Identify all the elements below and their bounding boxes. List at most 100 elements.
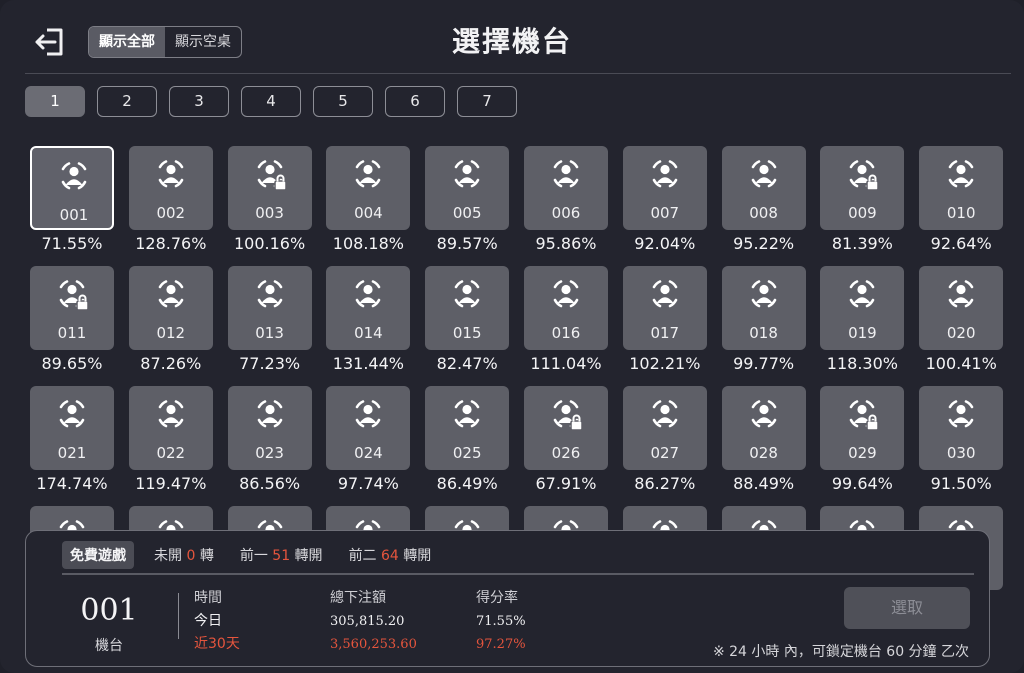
machine-rate: 128.76% (135, 234, 207, 253)
free-game-tab[interactable]: 免費遊戲 (62, 541, 134, 569)
select-button[interactable]: 選取 (844, 587, 970, 629)
page-tab-6[interactable]: 6 (385, 86, 445, 117)
machine-card[interactable]: 013 77.23% (227, 266, 312, 373)
machine-rate: 89.57% (436, 234, 498, 253)
machine-tile[interactable]: 002 (128, 146, 213, 230)
machine-card[interactable]: 026 67.91% (524, 386, 608, 493)
machine-card[interactable]: 002 128.76% (128, 146, 213, 253)
machine-tile[interactable]: 004 (326, 146, 411, 230)
machine-tile[interactable]: 006 (524, 146, 608, 230)
machine-tile[interactable]: 008 (721, 146, 806, 230)
machine-card[interactable]: 028 88.49% (721, 386, 806, 493)
machine-card[interactable]: 009 81.39% (820, 146, 905, 253)
machine-tile[interactable]: 016 (524, 266, 608, 350)
machine-card[interactable]: 005 89.57% (425, 146, 510, 253)
machine-card[interactable]: 018 99.77% (721, 266, 806, 373)
machine-card[interactable]: 012 87.26% (128, 266, 213, 373)
page-tab-3[interactable]: 3 (169, 86, 229, 117)
machine-number: 012 (156, 324, 186, 342)
machine-card[interactable]: 011 89.65% (30, 266, 114, 373)
page-tab-4[interactable]: 4 (241, 86, 301, 117)
machine-card[interactable]: 019 118.30% (820, 266, 905, 373)
machine-card[interactable]: 025 86.49% (425, 386, 510, 493)
machine-tile[interactable]: 021 (30, 386, 114, 470)
page-tab-2[interactable]: 2 (97, 86, 157, 117)
machine-tile[interactable]: 015 (425, 266, 510, 350)
machine-card[interactable]: 016 111.04% (524, 266, 608, 373)
machine-tile[interactable]: 014 (326, 266, 411, 350)
player-icon (257, 280, 282, 308)
locked-player-icon (850, 400, 880, 431)
machine-rate: 67.91% (535, 474, 597, 493)
page-tab-1[interactable]: 1 (25, 86, 85, 117)
machine-card[interactable]: 003 100.16% (227, 146, 312, 253)
page-tab-5[interactable]: 5 (313, 86, 373, 117)
machine-tile[interactable]: 012 (128, 266, 213, 350)
machine-tile[interactable]: 023 (227, 386, 312, 470)
machine-card[interactable]: 007 92.04% (622, 146, 707, 253)
machine-tile[interactable]: 017 (622, 266, 707, 350)
machine-card[interactable]: 004 108.18% (326, 146, 411, 253)
machine-number: 024 (354, 444, 383, 462)
machine-number: 016 (551, 324, 581, 342)
machine-card[interactable]: 027 86.27% (622, 386, 707, 493)
machine-card[interactable]: 029 99.64% (820, 386, 905, 493)
machine-tile[interactable]: 024 (326, 386, 411, 470)
machine-number: 010 (946, 204, 976, 222)
machine-card[interactable]: 030 91.50% (919, 386, 1004, 493)
machine-tile[interactable]: 029 (820, 386, 905, 470)
machine-number: 003 (255, 204, 284, 222)
machine-tile[interactable]: 009 (820, 146, 905, 230)
machine-card[interactable]: 017 102.21% (622, 266, 707, 373)
page-tab-7[interactable]: 7 (457, 86, 517, 117)
machine-card[interactable]: 021 174.74% (30, 386, 114, 493)
player-icon (652, 280, 678, 308)
machine-tile[interactable]: 001 (30, 146, 114, 230)
machine-tile[interactable]: 020 (919, 266, 1004, 350)
player-icon (158, 160, 184, 188)
machine-rate: 89.65% (41, 354, 103, 373)
machine-card[interactable]: 023 86.56% (227, 386, 312, 493)
machine-tile[interactable]: 025 (425, 386, 510, 470)
machine-detail-panel: 免費遊戲 未開 0 轉 前一 51 轉開 前二 64 轉開 001 機台 時間 … (25, 530, 990, 667)
machine-tile[interactable]: 027 (622, 386, 707, 470)
machine-number: 026 (551, 444, 581, 462)
machine-tile[interactable]: 022 (128, 386, 213, 470)
player-icon (158, 280, 184, 308)
machine-tile[interactable]: 019 (820, 266, 905, 350)
header-time: 時間 (194, 590, 222, 606)
machine-number: 027 (650, 444, 680, 462)
machine-card[interactable]: 008 95.22% (721, 146, 806, 253)
machine-rate: 99.77% (733, 354, 795, 373)
machine-number: 018 (749, 324, 778, 342)
machine-tile[interactable]: 013 (227, 266, 312, 350)
machine-rate: 111.04% (530, 354, 602, 373)
machine-tile[interactable]: 026 (524, 386, 608, 470)
machine-label: 機台 (95, 638, 123, 654)
machine-rate: 174.74% (36, 474, 108, 493)
machine-number: 029 (848, 444, 877, 462)
machine-tile[interactable]: 028 (721, 386, 806, 470)
machine-card[interactable]: 006 95.86% (524, 146, 608, 253)
machine-tile[interactable]: 030 (919, 386, 1004, 470)
machine-card[interactable]: 024 97.74% (326, 386, 411, 493)
machine-tile[interactable]: 011 (30, 266, 114, 350)
machine-tile[interactable]: 010 (919, 146, 1004, 230)
machine-number: 014 (354, 324, 383, 342)
machine-rate: 86.49% (436, 474, 498, 493)
stat-not-opened: 未開 0 轉 (154, 548, 214, 564)
machine-card[interactable]: 001 71.55% (30, 146, 114, 253)
machine-card[interactable]: 015 82.47% (425, 266, 510, 373)
machine-tile[interactable]: 005 (425, 146, 510, 230)
machine-tile[interactable]: 003 (227, 146, 312, 230)
player-icon (454, 160, 480, 188)
player-icon (948, 400, 974, 428)
machine-tile[interactable]: 007 (622, 146, 707, 230)
machine-card[interactable]: 022 119.47% (128, 386, 213, 493)
machine-tile[interactable]: 018 (721, 266, 806, 350)
machine-card[interactable]: 010 92.64% (919, 146, 1004, 253)
machine-number: 008 (749, 204, 778, 222)
player-icon (356, 280, 381, 308)
machine-card[interactable]: 014 131.44% (326, 266, 411, 373)
machine-card[interactable]: 020 100.41% (919, 266, 1004, 373)
